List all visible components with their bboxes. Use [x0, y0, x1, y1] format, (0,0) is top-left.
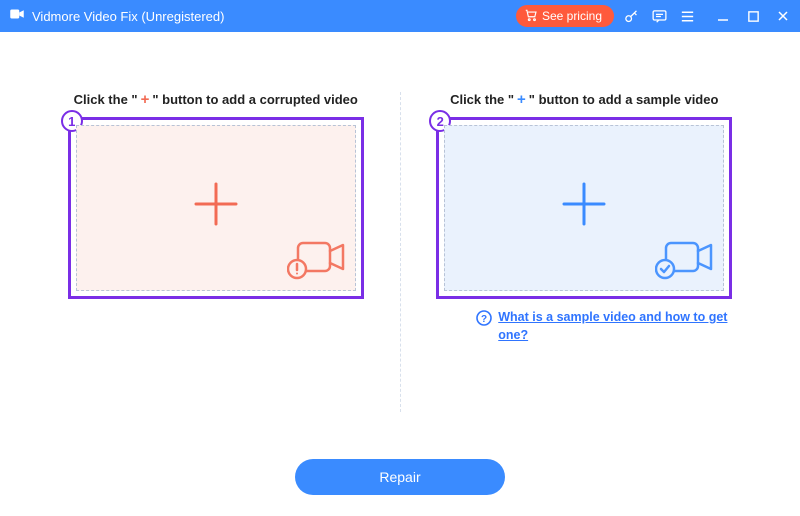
minimize-button[interactable] [714, 7, 732, 25]
plus-icon [186, 174, 246, 243]
main-content: Click the " + " button to add a corrupte… [0, 32, 800, 438]
left-instruction-pre: Click the " [74, 92, 138, 107]
plus-icon [554, 174, 614, 243]
left-instruction: Click the " + " button to add a corrupte… [74, 92, 358, 107]
pane-divider [400, 92, 401, 412]
plus-icon: + [141, 92, 150, 107]
sample-video-help-link[interactable]: What is a sample video and how to get on… [498, 309, 732, 344]
help-row: ? What is a sample video and how to get … [436, 309, 732, 344]
app-logo-icon [8, 5, 26, 28]
broken-video-icon [287, 235, 349, 286]
feedback-icon[interactable] [650, 7, 668, 25]
right-instruction-pre: Click the " [450, 92, 514, 107]
help-icon: ? [476, 310, 492, 326]
left-instruction-post: " button to add a corrupted video [152, 92, 358, 107]
see-pricing-label: See pricing [542, 9, 602, 23]
window-controls [714, 7, 792, 25]
right-instruction: Click the " + " button to add a sample v… [450, 92, 718, 107]
footer: Repair [0, 438, 800, 516]
app-title: Vidmore Video Fix (Unregistered) [32, 9, 224, 24]
repair-button[interactable]: Repair [295, 459, 505, 495]
titlebar: Vidmore Video Fix (Unregistered) See pri… [0, 0, 800, 32]
cart-icon [524, 8, 538, 25]
titlebar-tools [622, 7, 696, 25]
menu-icon[interactable] [678, 7, 696, 25]
ok-video-icon [655, 235, 717, 286]
svg-text:?: ? [481, 314, 487, 325]
left-pane: Click the " + " button to add a corrupte… [36, 92, 396, 438]
plus-icon: + [517, 92, 526, 107]
key-icon[interactable] [622, 7, 640, 25]
add-sample-video-dropzone[interactable]: 2 [436, 117, 732, 299]
close-button[interactable] [774, 7, 792, 25]
app-window: Vidmore Video Fix (Unregistered) See pri… [0, 0, 800, 516]
right-instruction-post: " button to add a sample video [529, 92, 719, 107]
titlebar-left: Vidmore Video Fix (Unregistered) [8, 5, 224, 28]
right-pane: Click the " + " button to add a sample v… [405, 92, 765, 438]
dropzone-inner [444, 125, 724, 291]
add-corrupted-video-dropzone[interactable]: 1 [68, 117, 364, 299]
maximize-button[interactable] [744, 7, 762, 25]
dropzone-inner [76, 125, 356, 291]
see-pricing-button[interactable]: See pricing [516, 5, 614, 27]
